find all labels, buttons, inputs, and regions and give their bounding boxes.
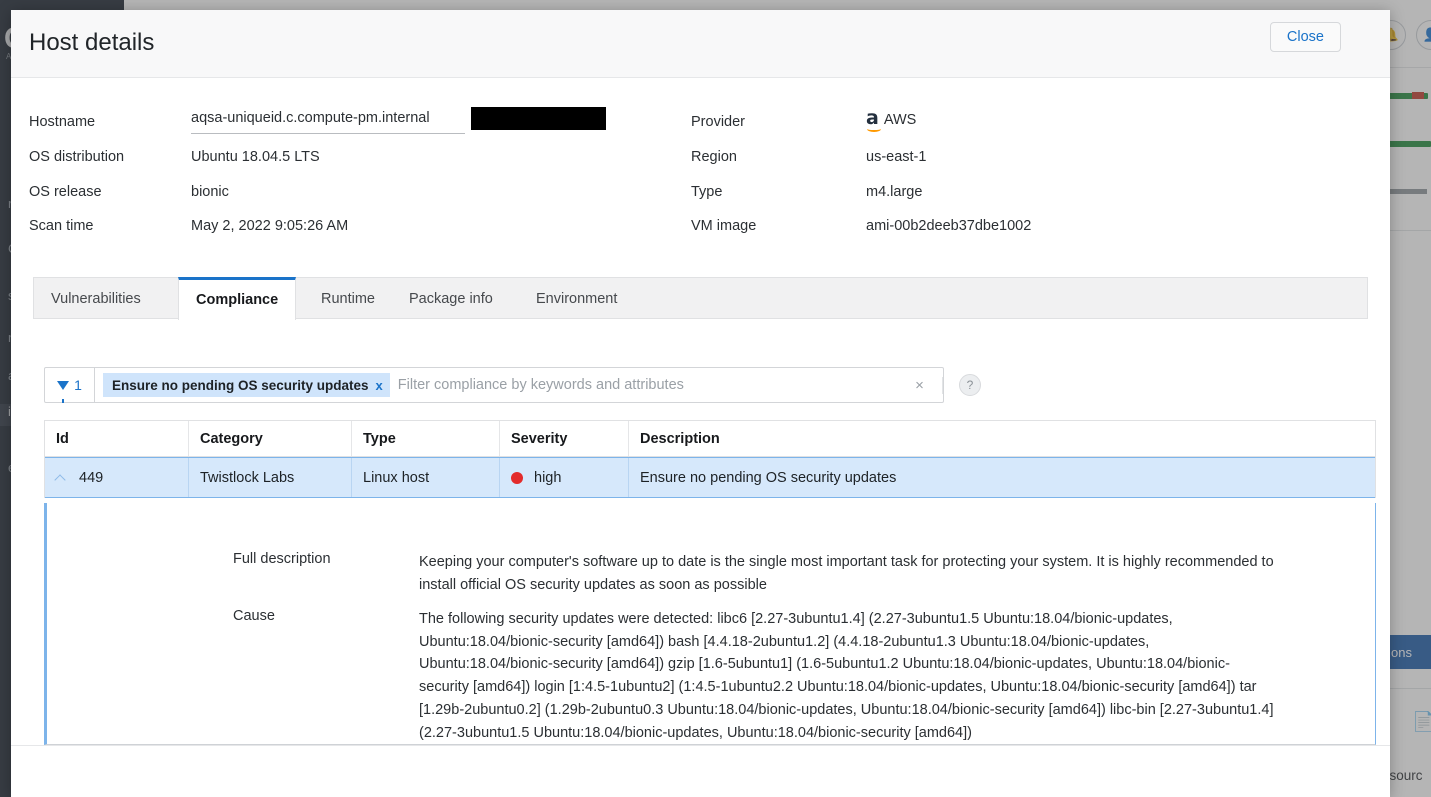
severity-label: high [534, 469, 562, 486]
os-release-label: OS release [29, 184, 102, 200]
filter-bar: 1 Ensure no pending OS security updates … [44, 367, 944, 403]
region-value: us-east-1 [866, 149, 927, 165]
page-title: Host details [29, 29, 155, 56]
scan-time-value: May 2, 2022 9:05:26 AM [191, 218, 349, 234]
vm-image-label: VM image [691, 218, 757, 234]
cell-id-value: 449 [79, 469, 104, 486]
close-button[interactable]: Close [1269, 22, 1341, 52]
cell-type: Linux host [352, 458, 500, 497]
cause-label: Cause [233, 608, 275, 624]
severity-dot-icon [511, 471, 523, 484]
column-header-type[interactable]: Type [352, 421, 500, 456]
column-header-description[interactable]: Description [629, 421, 1375, 456]
cell-description: Ensure no pending OS security updates [640, 469, 897, 486]
aws-logo-icon: a [866, 109, 881, 132]
aws-smile-icon [867, 126, 881, 132]
filter-clear-icon[interactable]: × [897, 376, 943, 394]
filter-indicator[interactable]: 1 [45, 368, 95, 403]
redaction-bar [471, 107, 606, 130]
hostname-value: aqsa-uniqueid.c.compute-pm.internal [191, 110, 430, 126]
tab-environment[interactable]: Environment [519, 278, 634, 320]
column-header-severity[interactable]: Severity [500, 421, 629, 456]
table-header-row: Id Category Type Severity Description [45, 421, 1375, 457]
vm-image-value: ami-00b2deeb37dbe1002 [866, 218, 1032, 234]
help-icon[interactable]: ? [959, 374, 981, 396]
modal-footer [11, 745, 1390, 797]
expanded-row-detail: Full description Keeping your computer's… [44, 503, 1376, 745]
filter-count: 1 [74, 377, 82, 393]
cell-id[interactable]: 449 [45, 458, 189, 497]
full-description-text: Keeping your computer's software up to d… [419, 554, 1274, 593]
provider-value-group: a AWS [866, 109, 917, 132]
filter-chip-remove-icon[interactable]: x [376, 378, 383, 393]
filter-input[interactable] [397, 377, 897, 393]
full-description-label: Full description [233, 551, 331, 567]
column-header-category[interactable]: Category [189, 421, 352, 456]
tab-bar: Vulnerabilities Compliance Runtime Packa… [33, 277, 1368, 320]
hostname-value-field[interactable]: aqsa-uniqueid.c.compute-pm.internal [191, 109, 465, 134]
os-distribution-value: Ubuntu 18.04.5 LTS [191, 149, 320, 165]
cause-text: The following security updates were dete… [419, 611, 1274, 741]
scan-time-label: Scan time [29, 218, 94, 234]
cell-severity: high [500, 458, 629, 497]
tab-compliance[interactable]: Compliance [178, 277, 297, 320]
region-label: Region [691, 149, 737, 165]
os-release-value: bionic [191, 184, 229, 200]
compliance-table: Id Category Type Severity Description 44… [44, 420, 1376, 498]
hostname-label: Hostname [29, 114, 96, 130]
column-header-id[interactable]: Id [45, 421, 189, 456]
table-row[interactable]: 449 Twistlock Labs Linux host high Ensur… [45, 457, 1375, 498]
tab-vulnerabilities[interactable]: Vulnerabilities [34, 278, 158, 320]
cell-category: Twistlock Labs [189, 458, 352, 497]
filter-chip[interactable]: Ensure no pending OS security updates x [103, 373, 390, 397]
tab-package-info[interactable]: Package info [392, 278, 510, 320]
type-value: m4.large [866, 184, 923, 200]
provider-label: Provider [691, 114, 745, 130]
os-distribution-label: OS distribution [29, 149, 125, 165]
tab-runtime[interactable]: Runtime [304, 278, 392, 320]
host-details-modal: Host details Hostname OS distribution OS… [11, 10, 1390, 797]
modal-header [11, 10, 1390, 78]
filter-chip-label: Ensure no pending OS security updates [112, 377, 369, 393]
chevron-up-icon[interactable] [56, 473, 65, 482]
provider-value: AWS [883, 112, 917, 128]
filter-funnel-icon [57, 380, 70, 403]
type-label: Type [691, 184, 723, 200]
